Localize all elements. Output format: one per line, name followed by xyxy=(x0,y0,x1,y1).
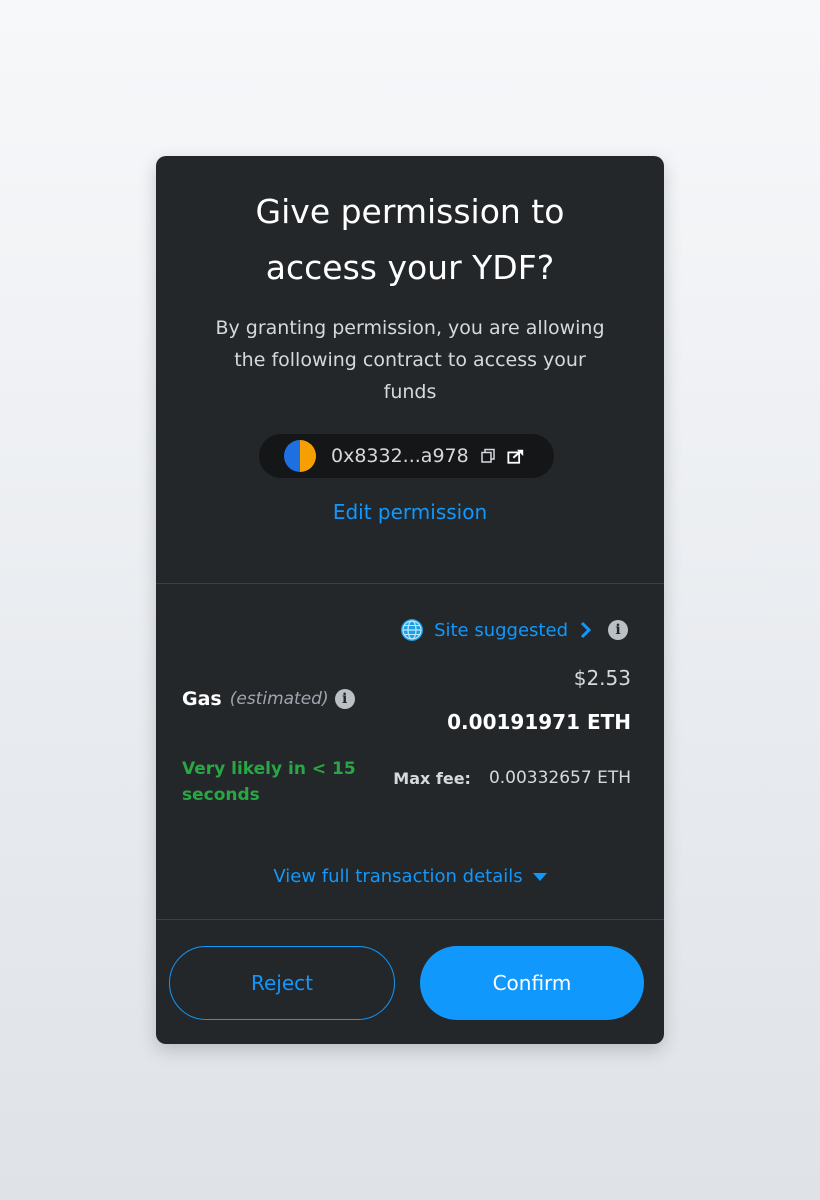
likely-time-status: Very likely in < 15 seconds xyxy=(182,756,372,808)
divider-bottom xyxy=(156,919,664,920)
max-fee-value: 0.00332657 ETH xyxy=(488,768,631,788)
dialog-title-line-1: Give permission to xyxy=(255,192,565,231)
gas-eth-value: 0.00191971 ETH xyxy=(447,710,631,734)
dialog-title-line-2: access your YDF? xyxy=(265,248,555,287)
external-link-icon[interactable] xyxy=(507,447,525,465)
max-fee-label: Max fee: xyxy=(393,768,471,788)
info-icon[interactable]: i xyxy=(608,620,628,640)
caret-down-icon xyxy=(532,873,547,881)
view-full-details-link[interactable]: View full transaction details xyxy=(156,866,664,887)
reject-button[interactable]: Reject xyxy=(169,946,395,1020)
likely-time-line-1: Very likely in < 15 xyxy=(182,759,356,779)
gas-estimated-label: (estimated) xyxy=(229,689,329,709)
gas-info-icon[interactable]: i xyxy=(334,689,355,709)
avatar-icon xyxy=(284,440,316,472)
confirm-button[interactable]: Confirm xyxy=(420,946,644,1020)
gas-label-row: Gas (estimated) i xyxy=(182,688,355,710)
divider-top xyxy=(156,583,664,584)
view-full-details-label: View full transaction details xyxy=(273,866,523,887)
contract-address: 0x8332...a978 xyxy=(331,445,469,467)
dialog-subtitle-line-3: funds xyxy=(383,381,437,403)
dialog-title: Give permission to access your YDF? xyxy=(156,184,664,296)
permission-dialog: Give permission to access your YDF? By g… xyxy=(156,156,664,1044)
edit-permission-link[interactable]: Edit permission xyxy=(156,500,664,524)
contract-address-pill: 0x8332...a978 xyxy=(259,434,554,478)
copy-icon[interactable] xyxy=(479,447,497,465)
chevron-right-icon xyxy=(580,621,592,639)
dialog-subtitle: By granting permission, you are allowing… xyxy=(180,312,640,408)
dialog-subtitle-line-1: By granting permission, you are allowing xyxy=(215,317,605,339)
likely-time-line-2: seconds xyxy=(182,785,260,805)
dialog-subtitle-line-2: the following contract to access your xyxy=(234,349,586,371)
max-fee-row: Max fee: 0.00332657 ETH xyxy=(393,768,631,788)
gas-label: Gas xyxy=(182,688,222,710)
gas-usd-value: $2.53 xyxy=(573,666,631,690)
globe-icon xyxy=(401,619,424,641)
site-suggested-label: Site suggested xyxy=(434,619,568,641)
site-suggested-button[interactable]: Site suggested i xyxy=(400,618,628,642)
